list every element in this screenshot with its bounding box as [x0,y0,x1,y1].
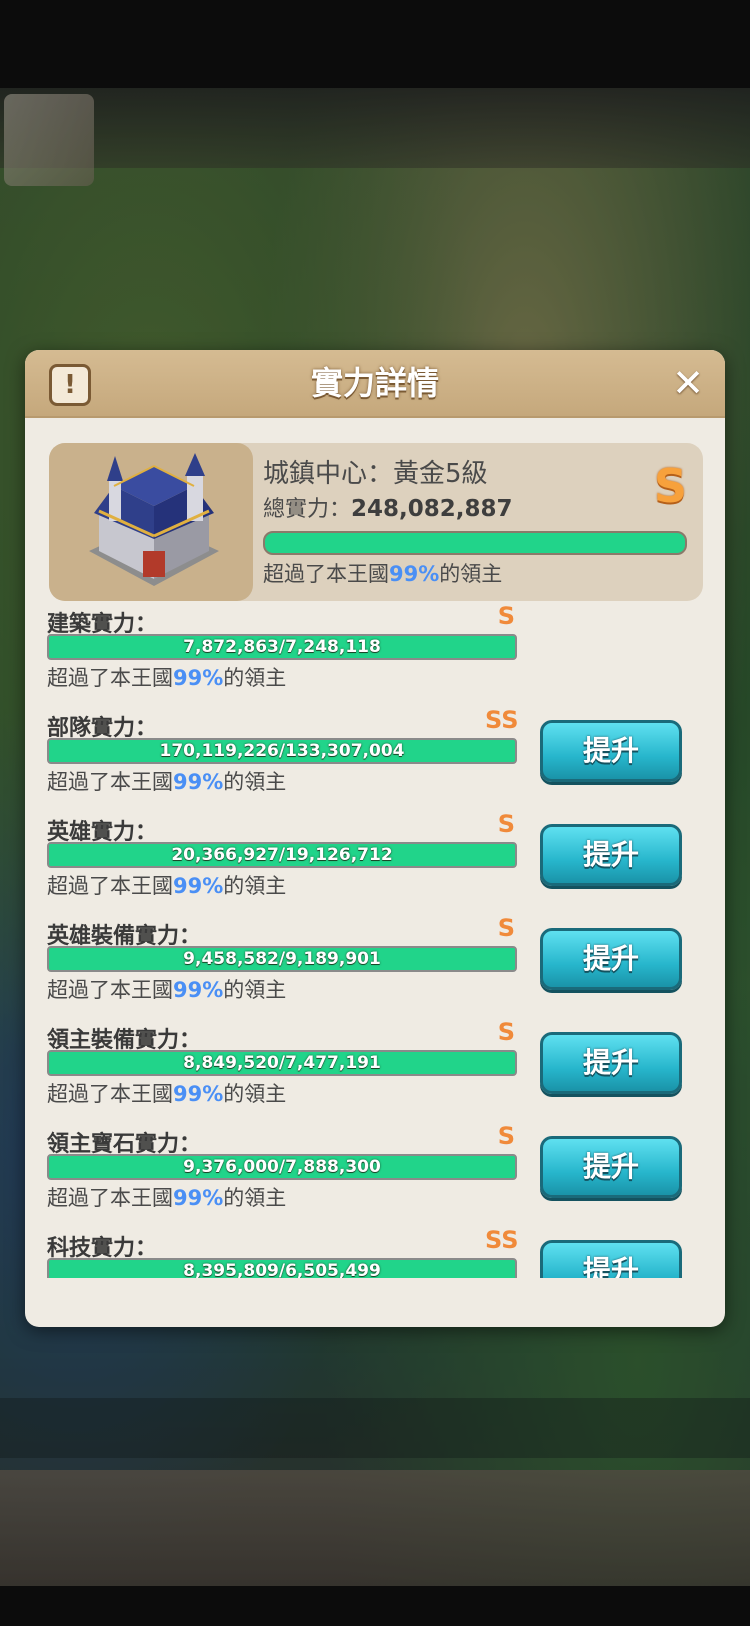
power-row-grade: S [497,1122,515,1150]
castle-image [49,443,253,601]
town-center-summary: 城鎮中心：黃金5級 總實力：248,082,887 S 超過了本王國99%的領主 [49,443,703,601]
total-power-progress [263,531,687,555]
upgrade-button[interactable]: 提升 [540,928,682,990]
rank-suffix: 的領主 [439,562,503,586]
upgrade-button[interactable]: 提升 [540,1136,682,1198]
power-row-value: 8,849,520/7,477,191 [183,1053,381,1073]
exclamation-icon[interactable]: ! [49,364,91,406]
power-row-grade: SS [485,706,519,734]
rank-suffix: 的領主 [223,666,287,690]
dialog-header: 實力詳情 ! ✕ [25,350,725,418]
power-row-rank: 超過了本王國99%的領主 [47,870,286,900]
total-power-progress-fill [265,533,685,553]
total-power-label: 總實力： [263,497,352,522]
power-row-value: 20,366,927/19,126,712 [171,845,393,865]
power-row-progress: 7,872,863/7,248,118 [47,634,517,660]
power-row-value: 9,458,582/9,189,901 [183,949,381,969]
power-row-rank: 超過了本王國99%的領主 [47,1078,286,1108]
power-row-grade: S [497,914,515,942]
dialog-title: 實力詳情 [310,364,439,402]
rank-prefix: 超過了本王國 [47,978,173,1002]
power-row-progress: 9,376,000/7,888,300 [47,1154,517,1180]
power-row-progress: 9,458,582/9,189,901 [47,946,517,972]
close-icon[interactable]: ✕ [669,364,707,402]
power-row-rank: 超過了本王國99%的領主 [47,974,286,1004]
power-row-grade: SS [485,1226,519,1254]
rank-prefix: 超過了本王國 [47,1186,173,1210]
rank-percent: 99% [173,1186,224,1210]
town-center-level: 城鎮中心：黃金5級 [263,459,488,489]
rank-prefix: 超過了本王國 [47,1082,173,1106]
power-details-dialog: 實力詳情 ! ✕ 城鎮中心：黃金5級 總實力：248,082,887 S 超過了… [25,350,725,1327]
power-row: 領主寶石實力： S 9,376,000/7,888,300 超過了本王國99%的領主提… [25,1122,725,1230]
power-row-grade: S [497,1018,515,1046]
rank-prefix: 超過了本王國 [47,666,173,690]
upgrade-button[interactable]: 提升 [540,720,682,782]
power-row-progress: 170,119,226/133,307,004 [47,738,517,764]
power-row-grade: S [497,602,515,630]
power-row-value: 170,119,226/133,307,004 [159,741,405,761]
rank-percent: 99% [173,978,224,1002]
power-row-progress: 8,395,809/6,505,499 [47,1258,517,1278]
rank-prefix: 超過了本王國 [263,562,389,586]
power-row: 部隊實力： SS 170,119,226/133,307,004 超過了本王國99%的… [25,706,725,814]
power-row-value: 7,872,863/7,248,118 [183,637,381,657]
total-power: 總實力：248,082,887 [263,491,513,523]
total-power-value: 248,082,887 [351,496,513,522]
rank-prefix: 超過了本王國 [47,874,173,898]
total-grade-badge: S [653,459,687,513]
rank-percent: 99% [173,666,224,690]
power-row-rank: 超過了本王國99%的領主 [47,766,286,796]
power-row-value: 9,376,000/7,888,300 [183,1157,381,1177]
upgrade-button[interactable]: 提升 [540,824,682,886]
power-row: 建築實力： S 7,872,863/7,248,118 超過了本王國99%的領主 [25,602,725,710]
total-rank-text: 超過了本王國99%的領主 [263,558,502,588]
castle-icon [89,453,219,586]
power-row-progress: 8,849,520/7,477,191 [47,1050,517,1076]
power-row: 英雄裝備實力： S 9,458,582/9,189,901 超過了本王國99%的領主提… [25,914,725,1022]
rank-suffix: 的領主 [223,1186,287,1210]
power-row-value: 8,395,809/6,505,499 [183,1261,381,1278]
power-row: 領主裝備實力： S 8,849,520/7,477,191 超過了本王國99%的領主提… [25,1018,725,1126]
power-category-list[interactable]: 建築實力： S 7,872,863/7,248,118 超過了本王國99%的領主 部隊實… [25,602,725,1278]
upgrade-button[interactable]: 提升 [540,1032,682,1094]
power-row-rank: 超過了本王國99%的領主 [47,662,286,692]
rank-suffix: 的領主 [223,874,287,898]
rank-percent: 99% [173,1082,224,1106]
rank-suffix: 的領主 [223,1082,287,1106]
rank-prefix: 超過了本王國 [47,770,173,794]
power-row: 科技實力：SS8,395,809/6,505,499超過了本王國99%的領主提升 [25,1226,725,1278]
rank-suffix: 的領主 [223,770,287,794]
power-row-rank: 超過了本王國99%的領主 [47,1182,286,1212]
power-row: 英雄實力： S 20,366,927/19,126,712 超過了本王國99%的領主提… [25,810,725,918]
upgrade-button[interactable]: 提升 [540,1240,682,1278]
power-row-grade: S [497,810,515,838]
rank-percent: 99% [173,874,224,898]
rank-suffix: 的領主 [223,978,287,1002]
rank-percent: 99% [173,770,224,794]
rank-percent: 99% [389,562,440,586]
power-row-progress: 20,366,927/19,126,712 [47,842,517,868]
